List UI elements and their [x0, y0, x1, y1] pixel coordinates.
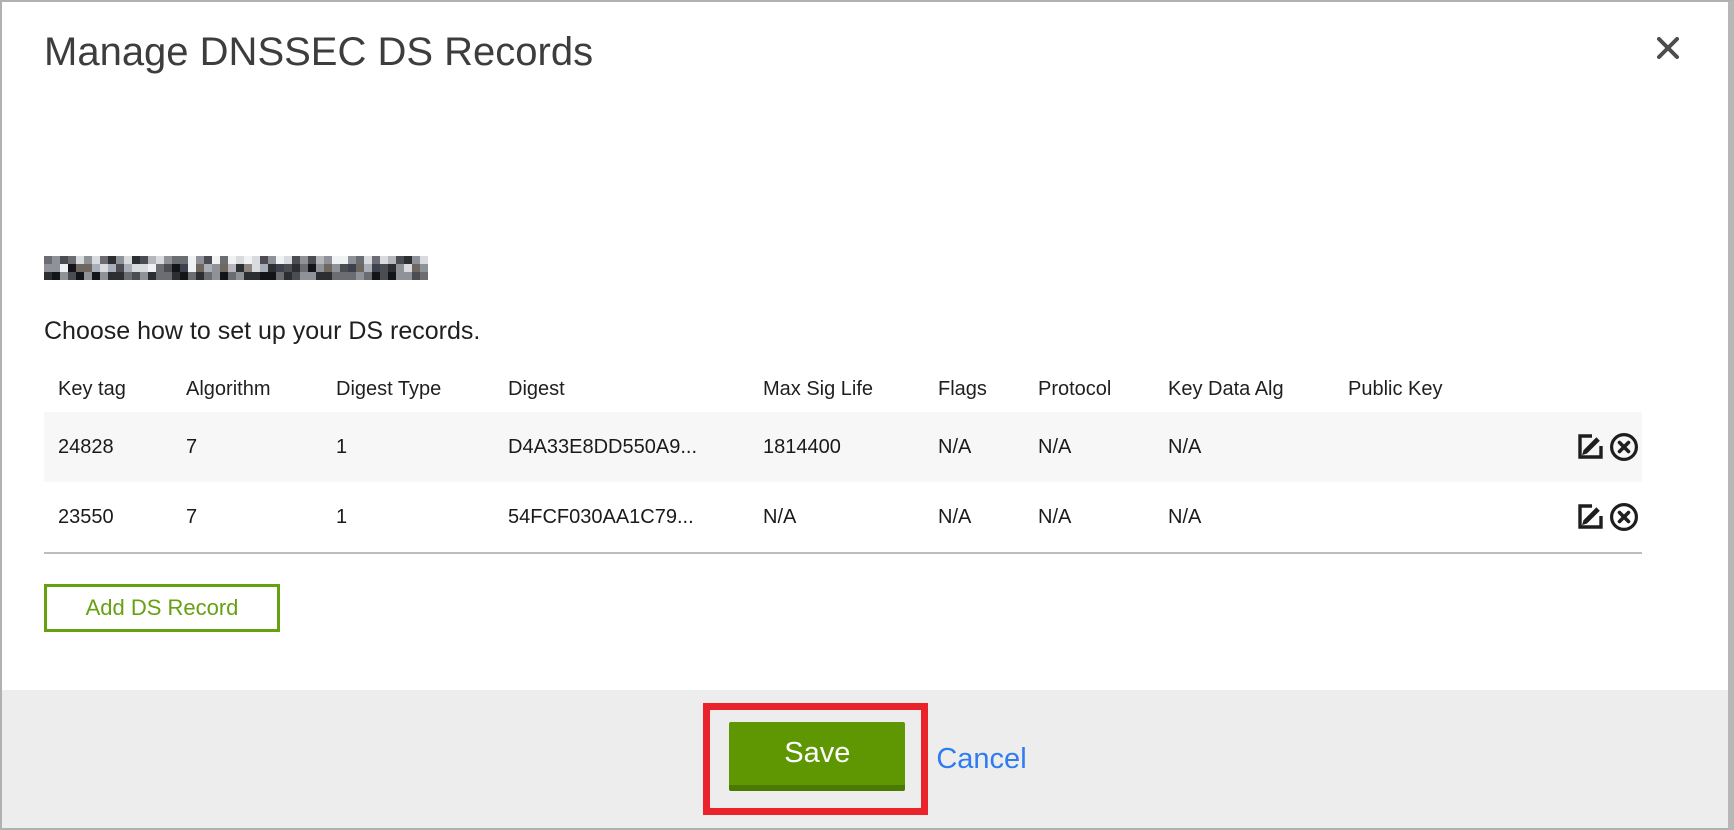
dialog-content: Manage DNSSEC DS Records Choose how to s…	[2, 28, 1728, 632]
delete-record-icon[interactable]	[1608, 501, 1640, 533]
table-row: 23550 7 1 54FCF030AA1C79... N/A N/A N/A …	[44, 482, 1642, 554]
cell-max-sig-life: 1814400	[749, 436, 924, 459]
cell-digest-type: 1	[322, 506, 494, 529]
ds-records-table: Key tag Algorithm Digest Type Digest Max…	[44, 366, 1642, 554]
manage-dnssec-dialog: Manage DNSSEC DS Records Choose how to s…	[0, 0, 1734, 830]
highlight-annotation-box: Save	[703, 703, 928, 815]
cell-digest: D4A33E8DD550A9...	[494, 436, 749, 459]
col-header-key-data-alg: Key Data Alg	[1154, 378, 1334, 401]
col-header-public-key: Public Key	[1334, 378, 1566, 401]
cell-key-data-alg: N/A	[1154, 436, 1334, 459]
row-actions	[1566, 501, 1642, 533]
cell-algorithm: 7	[172, 506, 322, 529]
edit-record-icon[interactable]	[1575, 501, 1607, 533]
cell-digest-type: 1	[322, 436, 494, 459]
table-header-row: Key tag Algorithm Digest Type Digest Max…	[44, 366, 1642, 412]
col-header-digest: Digest	[494, 378, 749, 401]
col-header-flags: Flags	[924, 378, 1024, 401]
cancel-link[interactable]: Cancel	[936, 743, 1026, 776]
cell-digest: 54FCF030AA1C79...	[494, 506, 749, 529]
col-header-key-tag: Key tag	[44, 378, 172, 401]
cell-key-tag: 23550	[44, 506, 172, 529]
save-button[interactable]: Save	[729, 722, 905, 791]
redacted-domain-name	[44, 256, 428, 280]
edit-record-icon[interactable]	[1575, 431, 1607, 463]
add-ds-record-button[interactable]: Add DS Record	[44, 584, 280, 632]
dialog-footer: Save Cancel	[2, 690, 1728, 828]
cell-protocol: N/A	[1024, 506, 1154, 529]
cell-flags: N/A	[924, 436, 1024, 459]
cell-key-tag: 24828	[44, 436, 172, 459]
delete-record-icon[interactable]	[1608, 431, 1640, 463]
page-title: Manage DNSSEC DS Records	[44, 28, 1642, 76]
cell-algorithm: 7	[172, 436, 322, 459]
col-header-algorithm: Algorithm	[172, 378, 322, 401]
subtitle: Choose how to set up your DS records.	[44, 316, 1642, 346]
row-actions	[1566, 431, 1642, 463]
cell-key-data-alg: N/A	[1154, 506, 1334, 529]
table-row: 24828 7 1 D4A33E8DD550A9... 1814400 N/A …	[44, 412, 1642, 482]
cell-protocol: N/A	[1024, 436, 1154, 459]
cell-max-sig-life: N/A	[749, 506, 924, 529]
cell-flags: N/A	[924, 506, 1024, 529]
close-icon[interactable]	[1654, 34, 1682, 62]
col-header-protocol: Protocol	[1024, 378, 1154, 401]
col-header-digest-type: Digest Type	[322, 378, 494, 401]
col-header-max-sig-life: Max Sig Life	[749, 378, 924, 401]
